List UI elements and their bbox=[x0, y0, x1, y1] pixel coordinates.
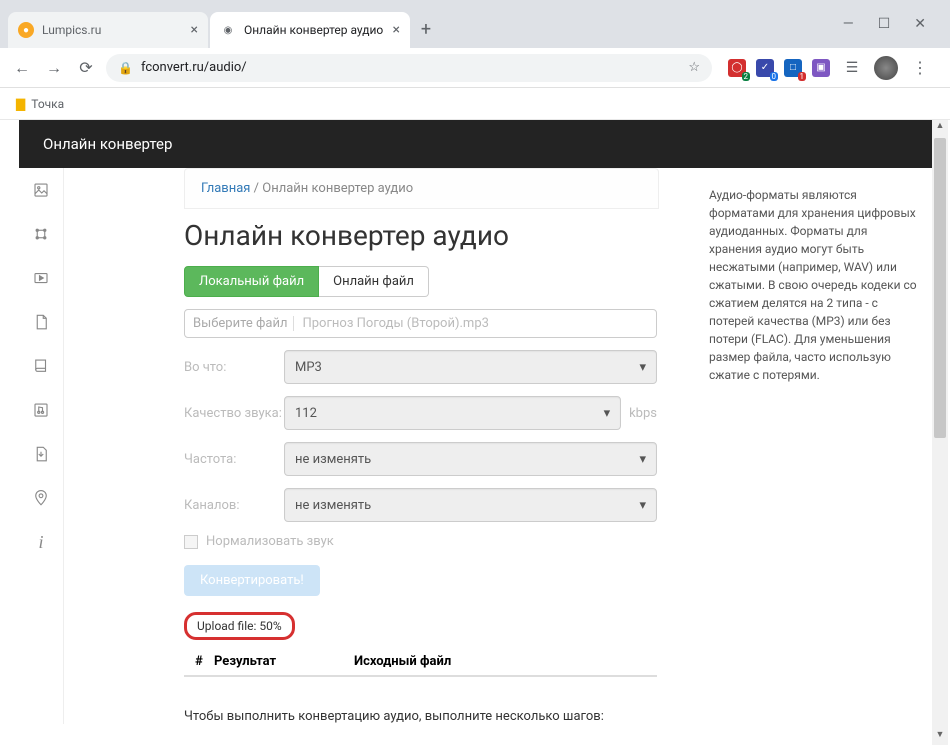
tab-local-file[interactable]: Локальный файл bbox=[184, 266, 319, 297]
results-table-header: # Результат Исходный файл bbox=[184, 648, 657, 677]
quality-label: Качество звука: bbox=[184, 406, 284, 421]
profile-avatar[interactable] bbox=[874, 56, 898, 80]
breadcrumb-home[interactable]: Главная bbox=[201, 181, 250, 196]
browser-titlebar: ● Lumpics.ru × ◉ Онлайн конвертер аудио … bbox=[0, 0, 950, 48]
extensions: ◯2 ✓0 □1 ▣ ☰ ⋮ bbox=[720, 56, 940, 80]
document-icon[interactable] bbox=[31, 312, 51, 332]
extension-icon-2[interactable]: ✓0 bbox=[756, 59, 774, 77]
window-controls: — ☐ ✕ bbox=[843, 16, 942, 48]
reload-button[interactable]: ⟳ bbox=[74, 58, 98, 77]
tab-fconvert[interactable]: ◉ Онлайн конвертер аудио × bbox=[210, 12, 410, 48]
tab-title: Lumpics.ru bbox=[42, 23, 101, 37]
convert-button[interactable]: Конвертировать! bbox=[184, 565, 320, 596]
file-picker[interactable]: Выберите файл Прогноз Погоды (Второй).mp… bbox=[184, 309, 657, 338]
upload-progress: Upload file: 50% bbox=[184, 612, 295, 640]
audio-icon[interactable] bbox=[31, 400, 51, 420]
extension-icon-1[interactable]: ◯2 bbox=[728, 59, 746, 77]
file-name: Прогноз Погоды (Второй).mp3 bbox=[294, 316, 488, 331]
main-content: Главная / Онлайн конвертер аудио Онлайн … bbox=[64, 168, 697, 724]
resize-icon[interactable] bbox=[31, 224, 51, 244]
freq-select[interactable]: не изменять bbox=[284, 442, 657, 476]
new-tab-button[interactable]: + bbox=[412, 19, 440, 48]
source-tabs: Локальный файл Онлайн файл bbox=[184, 266, 697, 297]
close-button[interactable]: ✕ bbox=[914, 16, 926, 32]
col-result: Результат bbox=[214, 654, 354, 669]
bookmark-item[interactable]: Точка bbox=[31, 97, 64, 111]
favicon-fconvert: ◉ bbox=[220, 22, 236, 38]
freq-label: Частота: bbox=[184, 452, 284, 467]
checkbox-icon bbox=[184, 535, 198, 549]
url-text: fconvert.ru/audio/ bbox=[141, 60, 247, 75]
close-icon[interactable]: × bbox=[191, 22, 198, 38]
vertical-scrollbar[interactable]: ▲ ▼ bbox=[932, 120, 948, 745]
bookmarks-bar: ▇ Точка bbox=[0, 88, 950, 120]
folder-icon: ▇ bbox=[16, 97, 25, 111]
choose-file-button[interactable]: Выберите файл bbox=[193, 316, 294, 331]
info-text: Аудио-форматы являются форматами для хра… bbox=[709, 186, 920, 384]
browser-toolbar: ← → ⟳ 🔒 fconvert.ru/audio/ ☆ ◯2 ✓0 □1 ▣ … bbox=[0, 48, 950, 88]
scroll-down-icon[interactable]: ▼ bbox=[932, 729, 948, 745]
extension-icon-3[interactable]: □1 bbox=[784, 59, 802, 77]
forward-button[interactable]: → bbox=[42, 58, 66, 78]
normalize-checkbox[interactable]: Нормализовать звук bbox=[184, 534, 697, 549]
tab-title: Онлайн конвертер аудио bbox=[244, 23, 383, 37]
site-title[interactable]: Онлайн конвертер bbox=[43, 135, 172, 153]
close-icon[interactable]: × bbox=[393, 22, 400, 38]
channels-select[interactable]: не изменять bbox=[284, 488, 657, 522]
video-icon[interactable] bbox=[31, 268, 51, 288]
scroll-up-icon[interactable]: ▲ bbox=[932, 120, 948, 136]
info-icon[interactable]: i bbox=[31, 532, 51, 552]
page-title: Онлайн конвертер аудио bbox=[184, 219, 697, 252]
image-icon[interactable] bbox=[31, 180, 51, 200]
info-sidebar: Аудио-форматы являются форматами для хра… bbox=[697, 168, 932, 724]
col-number: # bbox=[184, 654, 214, 669]
quality-unit: kbps bbox=[629, 406, 657, 421]
format-label: Во что: bbox=[184, 360, 284, 375]
reading-list-icon[interactable]: ☰ bbox=[840, 60, 864, 76]
address-bar[interactable]: 🔒 fconvert.ru/audio/ ☆ bbox=[106, 54, 712, 82]
instructions-text: Чтобы выполнить конвертацию аудио, выпол… bbox=[184, 709, 697, 724]
scroll-thumb[interactable] bbox=[934, 138, 946, 438]
location-icon[interactable] bbox=[31, 488, 51, 508]
lock-icon: 🔒 bbox=[118, 61, 133, 75]
minimize-button[interactable]: — bbox=[843, 16, 854, 32]
breadcrumb-current: Онлайн конвертер аудио bbox=[262, 181, 413, 196]
bookmark-star-icon[interactable]: ☆ bbox=[688, 60, 700, 75]
menu-icon[interactable]: ⋮ bbox=[908, 58, 932, 77]
format-select[interactable]: MP3 bbox=[284, 350, 657, 384]
col-source: Исходный файл bbox=[354, 654, 657, 669]
tab-online-file[interactable]: Онлайн файл bbox=[319, 266, 429, 297]
favicon-lumpics: ● bbox=[18, 22, 34, 38]
back-button[interactable]: ← bbox=[10, 58, 34, 78]
book-icon[interactable] bbox=[31, 356, 51, 376]
site-header: Онлайн конвертер bbox=[19, 120, 932, 168]
channels-label: Каналов: bbox=[184, 498, 284, 513]
side-nav: i bbox=[19, 168, 64, 724]
tab-lumpics[interactable]: ● Lumpics.ru × bbox=[8, 12, 208, 48]
normalize-label: Нормализовать звук bbox=[206, 534, 334, 549]
download-icon[interactable] bbox=[31, 444, 51, 464]
page-viewport: Онлайн конвертер i Главная / Онлайн конв… bbox=[0, 120, 950, 745]
breadcrumb: Главная / Онлайн конвертер аудио bbox=[184, 168, 659, 209]
maximize-button[interactable]: ☐ bbox=[878, 16, 891, 32]
extension-icon-4[interactable]: ▣ bbox=[812, 59, 830, 77]
quality-select[interactable]: 112 bbox=[284, 396, 621, 430]
